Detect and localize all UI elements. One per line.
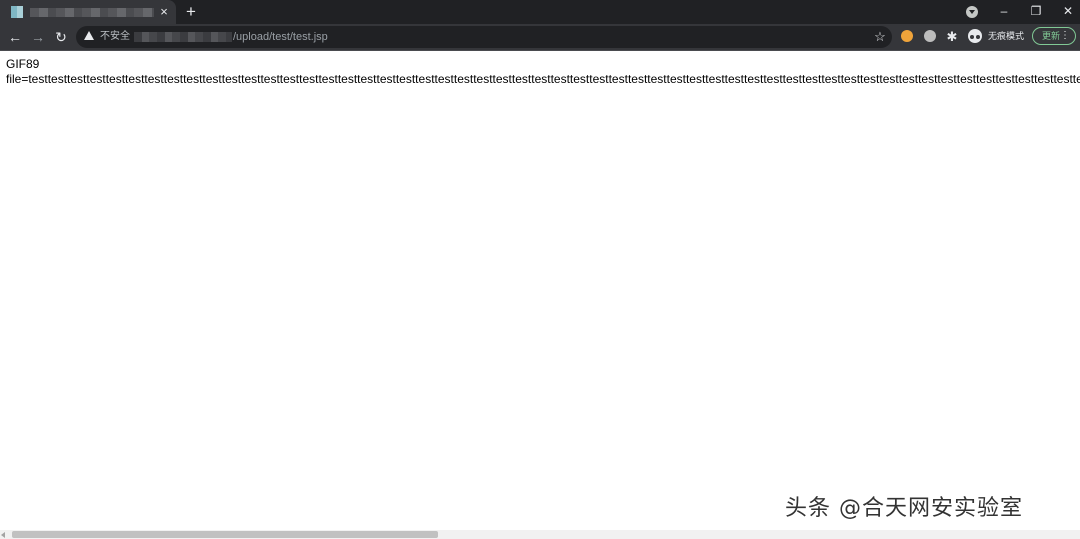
url-path[interactable]: /upload/test/test.jsp xyxy=(233,29,328,45)
browser-toolbar: ← → ↻ 不安全 /upload/test/test.jsp ☆ ✱ 无痕模式… xyxy=(0,24,1080,51)
content-line-file: file=testtesttesttesttesttesttesttesttes… xyxy=(6,72,1080,86)
url-host-blurred xyxy=(134,32,232,42)
bookmark-star-icon[interactable]: ☆ xyxy=(872,28,888,46)
warning-icon[interactable] xyxy=(84,31,94,40)
tab-title-blurred xyxy=(30,8,154,17)
incognito-icon[interactable] xyxy=(968,29,982,43)
incognito-label[interactable]: 无痕模式 xyxy=(988,29,1024,43)
tab-search-icon[interactable] xyxy=(966,6,978,18)
active-tab[interactable]: × xyxy=(0,0,176,24)
extensions-puzzle-icon[interactable]: ✱ xyxy=(944,28,960,46)
update-label: 更新 xyxy=(1042,31,1061,41)
restore-button[interactable]: ❐ xyxy=(1025,2,1047,20)
tab-favicon-icon xyxy=(11,6,23,18)
close-window-button[interactable]: ✕ xyxy=(1057,2,1079,20)
horizontal-scrollbar[interactable] xyxy=(0,530,1080,539)
reload-button[interactable]: ↻ xyxy=(52,28,70,46)
scroll-left-arrow-icon[interactable] xyxy=(1,532,5,538)
security-label[interactable]: 不安全 xyxy=(100,29,130,45)
new-tab-button[interactable]: + xyxy=(182,3,200,21)
tab-close-icon[interactable]: × xyxy=(157,4,171,20)
more-menu-icon[interactable]: ⋮ xyxy=(1060,29,1070,43)
tab-strip: × + – ❐ ✕ xyxy=(0,0,1080,24)
scrollbar-thumb[interactable] xyxy=(12,531,438,538)
watermark: 头条 @合天网安实验室 xyxy=(785,496,1023,521)
forward-button[interactable]: → xyxy=(29,28,47,46)
cookie-extension-icon[interactable] xyxy=(901,30,913,42)
address-bar[interactable]: 不安全 /upload/test/test.jsp ☆ xyxy=(76,26,892,48)
update-button[interactable]: 更新 ⋮ xyxy=(1032,27,1076,45)
content-line-gif-header: GIF89 xyxy=(6,57,40,71)
minimize-button[interactable]: – xyxy=(993,2,1015,20)
grey-extension-icon[interactable] xyxy=(924,30,936,42)
page-content: GIF89 file=testtesttesttesttesttesttestt… xyxy=(6,57,1080,87)
back-button[interactable]: ← xyxy=(6,28,24,46)
